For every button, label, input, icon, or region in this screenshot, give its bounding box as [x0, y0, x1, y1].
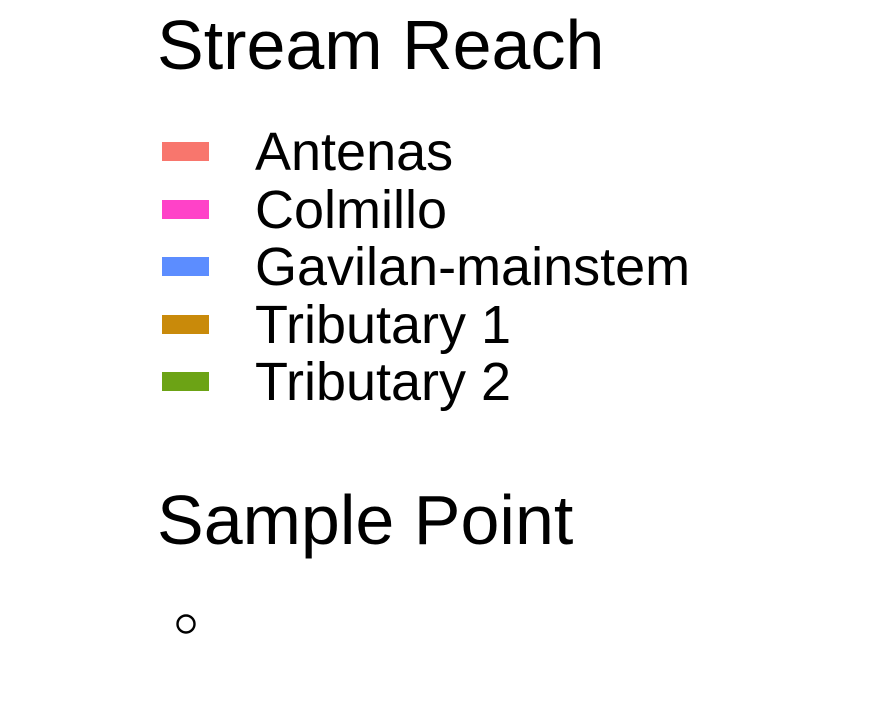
legend-item-label: Tributary 1 [255, 294, 512, 355]
colmillo-color-swatch [162, 199, 209, 219]
gavilan-mainstem-color-swatch [162, 257, 209, 276]
legend-item-colmillo: Colmillo [162, 179, 782, 240]
sample-point-open-circle-icon [176, 614, 196, 634]
legend-item-tributary-2: Tributary 2 [162, 354, 782, 412]
legend-item-label: Antenas [255, 122, 454, 182]
tributary-1-color-swatch [162, 314, 209, 334]
map-legend: Stream Reach Antenas Colmillo Gavilan-ma… [0, 0, 895, 717]
antenas-color-swatch [162, 142, 209, 161]
legend-item-label: Colmillo [255, 179, 448, 240]
legend-item-antenas: Antenas [162, 124, 782, 182]
legend-item-tributary-1: Tributary 1 [162, 294, 782, 355]
stream-reach-legend-list: Antenas Colmillo Gavilan-mainstem Tribut… [162, 124, 782, 412]
legend-item-gavilan-mainstem: Gavilan-mainstem [162, 239, 782, 297]
legend-item-label: Gavilan-mainstem [255, 237, 691, 297]
stream-reach-legend-title: Stream Reach [157, 6, 605, 84]
legend-item-label: Tributary 2 [255, 352, 512, 412]
sample-point-legend-title: Sample Point [157, 481, 574, 559]
tributary-2-color-swatch [162, 372, 209, 391]
